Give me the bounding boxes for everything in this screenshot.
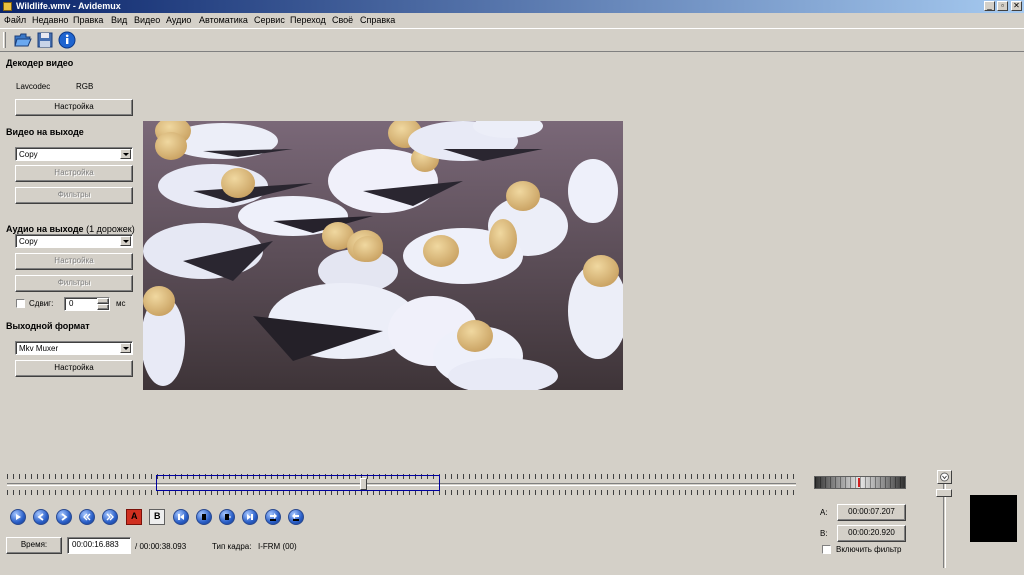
window-title: Wildlife.wmv - Avidemux — [16, 1, 121, 11]
decoder-codec: Lavcodec — [16, 82, 51, 91]
go-to-end-button[interactable] — [242, 509, 258, 525]
time-button[interactable]: Время: — [6, 537, 62, 554]
audio-shift-label: Сдвиг: — [29, 299, 54, 308]
jog-ticks — [815, 477, 905, 488]
next-black-button[interactable] — [219, 509, 235, 525]
info-icon[interactable] — [58, 31, 76, 49]
video-configure-button[interactable]: Настройка — [15, 165, 133, 182]
format-configure-button[interactable]: Настройка — [15, 360, 133, 377]
current-time-field[interactable]: 00:00:16.883 — [67, 537, 131, 554]
marker-b-time[interactable]: 00:00:20.920 — [837, 525, 906, 542]
volume-icon[interactable] — [937, 470, 952, 484]
toolbar — [0, 28, 1024, 52]
frame-type-label: Тип кадра: — [212, 542, 252, 551]
chevron-down-icon[interactable] — [120, 149, 131, 159]
marker-a-jump-icon — [270, 513, 277, 521]
next-keyframe-button[interactable] — [102, 509, 118, 525]
audio-shift-unit: мс — [116, 299, 126, 308]
black-frame-icon — [202, 514, 206, 520]
enable-filter-checkbox[interactable] — [822, 545, 831, 554]
arrow-left-icon — [37, 513, 44, 521]
output-format-select[interactable]: Mkv Muxer — [15, 341, 133, 355]
menu-tools[interactable]: Сервис — [254, 15, 285, 26]
marker-a-time[interactable]: 00:00:07.207 — [837, 504, 906, 521]
set-marker-b-button[interactable]: B — [149, 509, 165, 525]
go-to-marker-a-button[interactable] — [265, 509, 281, 525]
audio-output-title-text: Аудио на выходе — [6, 224, 84, 234]
decoder-colorspace: RGB — [76, 82, 94, 91]
chevron-down-icon[interactable] — [120, 236, 131, 246]
menu-view[interactable]: Вид — [111, 15, 127, 26]
next-frame-button[interactable] — [56, 509, 72, 525]
save-disk-icon[interactable] — [36, 31, 54, 49]
play-button[interactable] — [10, 509, 26, 525]
go-to-marker-b-button[interactable] — [288, 509, 304, 525]
previous-frame-button[interactable] — [33, 509, 49, 525]
menu-edit[interactable]: Правка — [73, 15, 103, 26]
jog-shuttle[interactable] — [814, 476, 906, 489]
go-to-start-button[interactable] — [173, 509, 189, 525]
timeline-slider-thumb[interactable] — [360, 478, 367, 490]
previous-black-button[interactable] — [196, 509, 212, 525]
title-bar[interactable]: Wildlife.wmv - Avidemux _ ▫ ✕ — [0, 0, 1024, 13]
set-marker-a-button[interactable]: A — [126, 509, 142, 525]
menu-go[interactable]: Переход — [290, 15, 326, 26]
audio-shift-spinner[interactable] — [97, 298, 109, 310]
video-codec-value: Copy — [19, 150, 38, 159]
menu-file[interactable]: Файл — [4, 15, 26, 26]
previous-keyframe-button[interactable] — [79, 509, 95, 525]
menu-automation[interactable]: Автоматика — [199, 15, 248, 26]
audio-codec-value: Copy — [19, 237, 38, 246]
play-icon — [16, 514, 21, 520]
skip-end-icon — [247, 514, 253, 520]
menu-bar: Файл Недавно Правка Вид Видео Аудио Авто… — [0, 13, 1024, 27]
audio-configure-button[interactable]: Настройка — [15, 253, 133, 270]
output-format-value: Mkv Muxer — [19, 344, 59, 353]
marker-b-label: B — [154, 511, 161, 521]
chevron-down-icon[interactable] — [120, 343, 131, 353]
menu-audio[interactable]: Аудио — [166, 15, 191, 26]
output-format-title: Выходной формат — [6, 321, 90, 331]
audio-tracks-note: (1 дорожек) — [86, 224, 135, 234]
marker-a-time-label: A: — [820, 508, 828, 517]
marker-a-label: A — [131, 511, 138, 521]
timeline-selection — [156, 475, 440, 491]
audio-shift-checkbox[interactable] — [16, 299, 25, 308]
decoder-configure-button[interactable]: Настройка — [15, 99, 133, 116]
close-button[interactable]: ✕ — [1011, 1, 1022, 11]
minimize-button[interactable]: _ — [984, 1, 995, 11]
open-folder-icon[interactable] — [14, 31, 32, 49]
skip-start-icon — [178, 514, 184, 520]
video-frame-image — [143, 121, 623, 390]
total-time: / 00:00:38.093 — [135, 542, 187, 551]
app-icon — [3, 2, 12, 11]
audio-codec-select[interactable]: Copy — [15, 234, 133, 248]
toolbar-grip[interactable] — [3, 32, 6, 48]
restore-button[interactable]: ▫ — [997, 1, 1008, 11]
output-preview — [970, 495, 1017, 542]
video-codec-select[interactable]: Copy — [15, 147, 133, 161]
marker-b-jump-icon — [292, 513, 299, 521]
video-filters-button[interactable]: Фильтры — [15, 187, 133, 204]
menu-video[interactable]: Видео — [134, 15, 160, 26]
menu-recent[interactable]: Недавно — [32, 15, 68, 26]
arrow-right-icon — [61, 513, 68, 521]
spin-down-icon[interactable] — [97, 304, 109, 310]
enable-filter-label: Включить фильтр — [836, 545, 902, 554]
audio-shift-value: 0 — [69, 299, 74, 308]
menu-custom[interactable]: Своё — [332, 15, 353, 26]
frame-type-value: I-FRM (00) — [258, 542, 297, 551]
marker-b-time-label: B: — [820, 529, 828, 538]
menu-help[interactable]: Справка — [360, 15, 395, 26]
video-preview — [143, 121, 623, 390]
audio-filters-button[interactable]: Фильтры — [15, 275, 133, 292]
volume-slider-thumb[interactable] — [936, 489, 952, 497]
speaker-icon — [940, 472, 949, 482]
double-arrow-right-icon — [106, 513, 114, 521]
double-arrow-left-icon — [83, 513, 91, 521]
video-output-title: Видео на выходе — [6, 127, 84, 137]
video-decoder-title: Декодер видео — [6, 58, 74, 68]
black-frame-icon — [225, 514, 231, 520]
